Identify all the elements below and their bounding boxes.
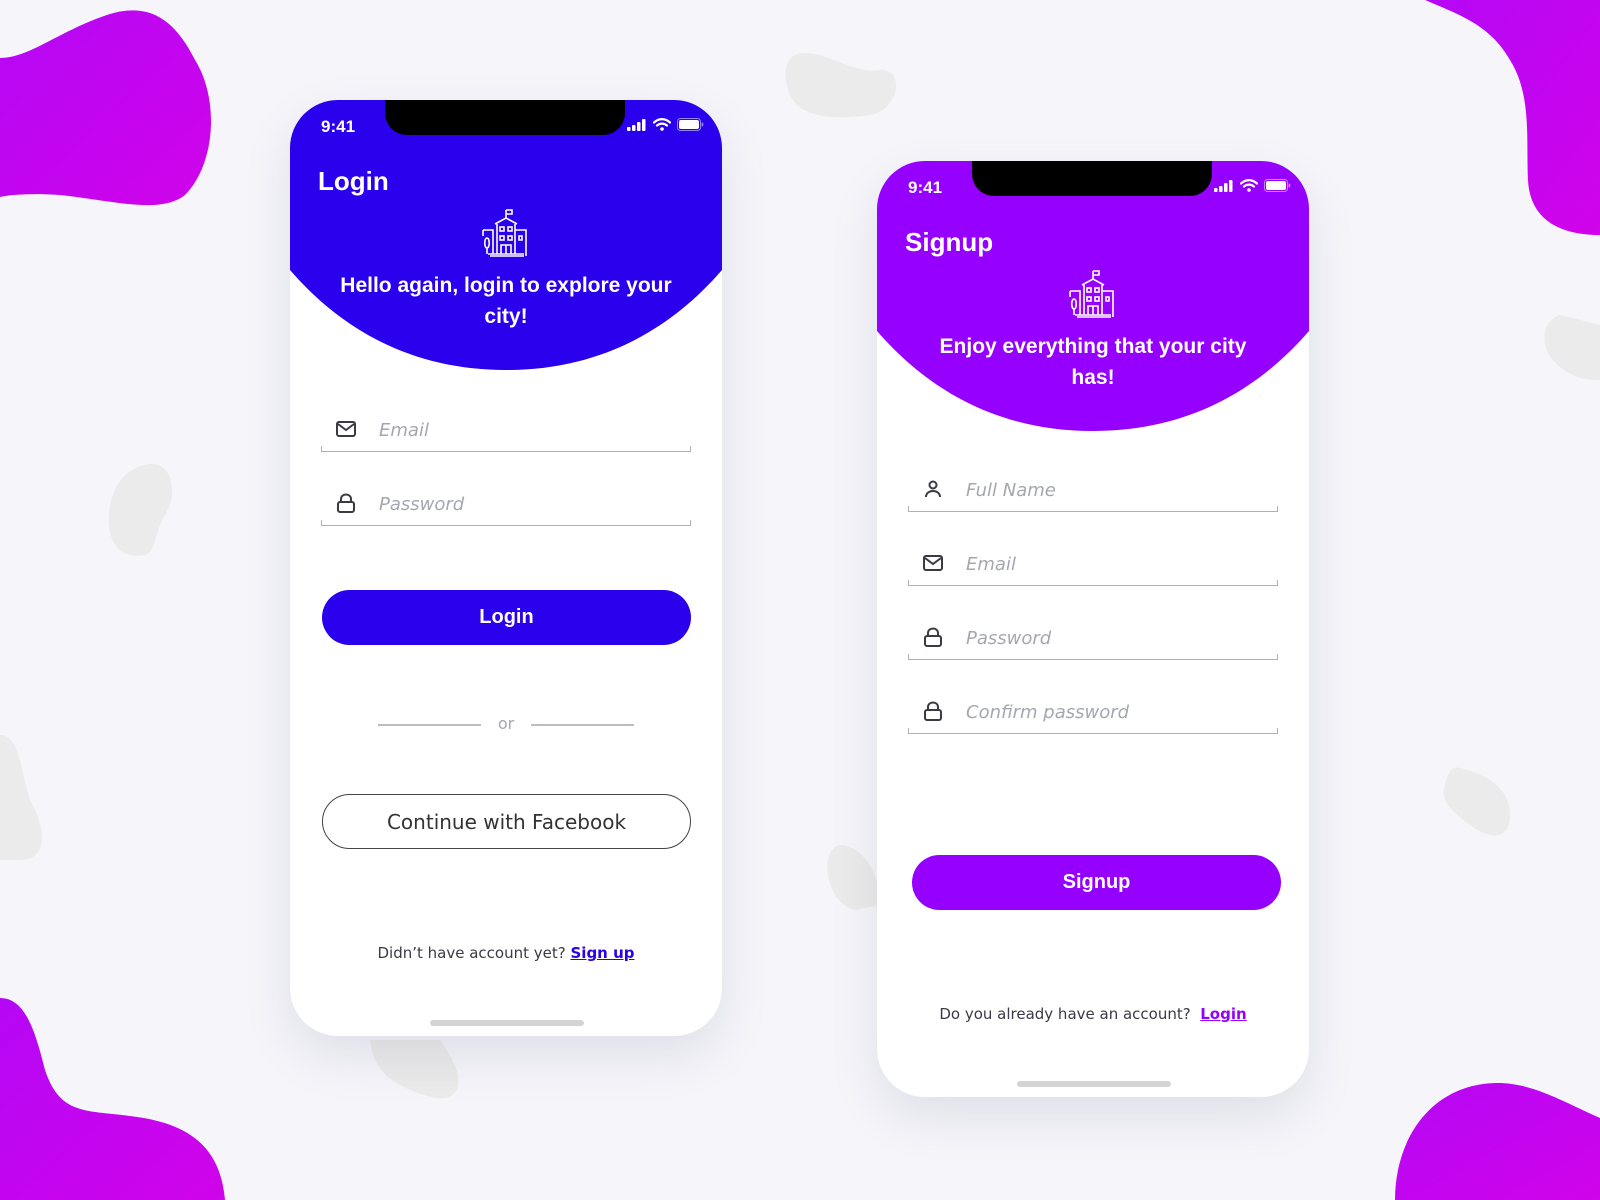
email-input[interactable] [377,414,681,446]
signup-button[interactable]: Signup [912,855,1281,910]
mail-icon [336,421,356,437]
email-field[interactable] [321,412,691,452]
field-underline [908,580,1278,586]
page-title: Signup [905,227,994,257]
field-underline [908,728,1278,734]
signup-prompt-text: Didn’t have account yet? [377,944,566,962]
blob-bottom-right [1395,1082,1600,1200]
blob-gray [108,464,173,556]
lock-icon [337,493,355,513]
continue-with-facebook-button[interactable]: Continue with Facebook [322,794,691,849]
status-time: 9:41 [321,117,356,136]
login-phone-screen: 9:41 Login Hello again, login to explore… [290,100,722,1036]
field-underline [908,654,1278,660]
lock-icon [924,701,942,721]
status-time: 9:41 [908,178,943,197]
wifi-icon [653,118,671,131]
wifi-icon [1240,179,1258,192]
blob-gray [0,735,42,860]
page-title: Login [318,166,389,196]
blob-gray [1443,767,1510,836]
status-icons [1214,179,1291,192]
field-underline [321,520,691,526]
confirm-password-input[interactable] [964,696,1268,728]
blob-top-left [0,10,212,206]
sign-up-link[interactable]: Sign up [571,944,635,962]
hero-text: Enjoy everything that your city has! [939,335,1247,389]
signal-icon [1214,179,1233,192]
field-underline [908,506,1278,512]
login-prompt-text: Do you already have an account? [939,1005,1191,1023]
login-prompt: Do you already have an account? Login [877,1005,1309,1023]
home-indicator [1017,1081,1171,1087]
background-decoration [0,0,1600,1200]
battery-icon [677,118,704,131]
full-name-input[interactable] [964,474,1268,506]
city-building-icon [1069,270,1114,318]
user-icon [925,480,941,498]
login-button[interactable]: Login [322,590,691,645]
or-divider: or [378,714,634,734]
confirm-password-field[interactable] [908,694,1278,734]
home-indicator [430,1020,584,1026]
password-field[interactable] [908,620,1278,660]
blob-gray [370,1040,459,1099]
battery-icon [1264,179,1291,192]
hero-text: Hello again, login to explore your city! [340,274,672,328]
blob-gray [827,845,880,910]
status-icons [627,118,704,131]
field-underline [321,446,691,452]
password-field[interactable] [321,486,691,526]
email-input[interactable] [964,548,1268,580]
mail-icon [923,555,943,571]
password-input[interactable] [964,622,1268,654]
blob-gray [1544,315,1600,381]
signup-phone-screen: 9:41 Signup Enjoy everything that your c… [877,161,1309,1097]
city-building-icon [482,209,527,257]
blob-gray [785,52,897,118]
blob-top-right [1425,0,1600,235]
signal-icon [627,118,646,131]
password-input[interactable] [377,488,681,520]
blob-bottom-left [0,998,225,1200]
phone-notch [385,100,625,135]
login-link[interactable]: Login [1200,1005,1246,1023]
full-name-field[interactable] [908,472,1278,512]
lock-icon [924,627,942,647]
divider-line [531,724,634,726]
signup-prompt: Didn’t have account yet? Sign up [290,944,722,962]
email-field[interactable] [908,546,1278,586]
phone-notch [972,161,1212,196]
